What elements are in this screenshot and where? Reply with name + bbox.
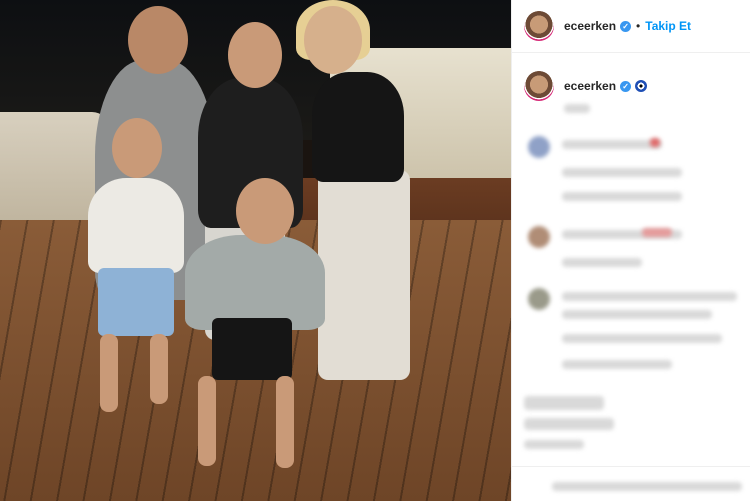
blurred-timestamp (524, 440, 584, 449)
verified-badge-icon: ✓ (620, 20, 632, 32)
blurred-action-icons (524, 396, 604, 410)
commenter-avatar[interactable] (528, 226, 550, 248)
separator-dot: • (636, 19, 641, 33)
blurred-comment-input[interactable] (552, 482, 742, 491)
boy-leg (276, 376, 294, 468)
post-photo[interactable] (0, 0, 511, 501)
username-link[interactable]: eceerken (564, 19, 616, 33)
blurred-comment (562, 292, 737, 301)
woman-pants (318, 170, 410, 380)
woman-figure (312, 72, 404, 182)
blurred-emoji (642, 228, 672, 237)
small-girl-figure (88, 178, 184, 273)
girl-head (228, 22, 282, 88)
commenter-avatar[interactable] (528, 288, 550, 310)
post-sidebar: eceerken ✓ • Takip Et eceerken ✓ (511, 0, 750, 501)
boy-shorts (212, 318, 292, 380)
boy-leg (198, 376, 216, 466)
evil-eye-icon (635, 80, 648, 92)
boy-figure (185, 235, 325, 330)
blurred-comment (562, 334, 722, 343)
caption-username[interactable]: eceerken (564, 79, 616, 93)
small-girl-head (112, 118, 162, 178)
blurred-likes (524, 418, 614, 430)
small-girl-leg (100, 334, 118, 412)
blurred-comment-meta (562, 258, 642, 267)
avatar[interactable] (524, 11, 554, 41)
follow-button[interactable]: Takip Et (645, 19, 691, 33)
woman-head (304, 6, 362, 74)
boy-head (236, 178, 294, 244)
man-head (128, 6, 188, 74)
blurred-emoji (650, 138, 660, 147)
caption-row: eceerken ✓ (512, 53, 750, 101)
blurred-comment (562, 168, 682, 177)
blurred-comment-meta (562, 360, 672, 369)
blurred-comment (562, 140, 662, 149)
small-girl-leg (150, 334, 168, 404)
avatar[interactable] (524, 71, 554, 101)
blurred-comment (562, 310, 712, 319)
verified-badge-icon: ✓ (620, 80, 632, 92)
small-girl-shorts (98, 268, 174, 336)
blurred-comment-meta (562, 192, 682, 201)
commenter-avatar[interactable] (528, 136, 550, 158)
blurred-caption-text (564, 104, 590, 113)
divider (512, 466, 750, 467)
post-header: eceerken ✓ • Takip Et (512, 0, 750, 53)
